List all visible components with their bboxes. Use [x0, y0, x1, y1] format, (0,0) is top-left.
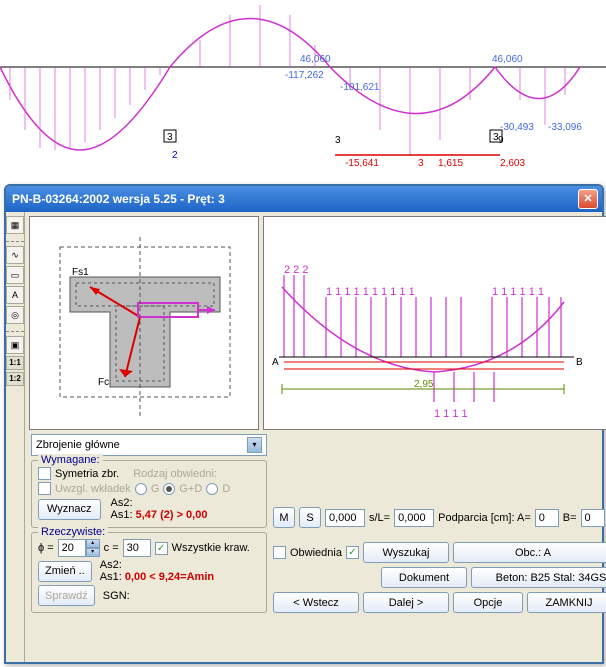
val-15641: -15,641	[345, 158, 379, 169]
support-A[interactable]: 0	[535, 509, 559, 527]
ms-value[interactable]: 0,000	[325, 509, 365, 527]
lbl-rodzaj: Rodzaj obwiedni:	[133, 468, 217, 480]
group-wymagane: Wymagane: Symetria zbr. Rodzaj obwiedni:…	[31, 460, 267, 528]
sL-value[interactable]: 0,000	[394, 509, 434, 527]
tool-a-icon[interactable]: A	[6, 286, 24, 304]
chk-symetria[interactable]	[38, 467, 51, 480]
cross-section-view[interactable]: Fs1 Fc	[29, 216, 259, 430]
val-117262: -117,262	[285, 70, 324, 81]
btn-opcje[interactable]: Opcje	[453, 592, 523, 613]
tool-curve-icon[interactable]: ∿	[6, 246, 24, 264]
view-mode-dropdown[interactable]: Zbrojenie główne ▾	[31, 434, 267, 456]
c-input[interactable]: 30	[123, 539, 151, 557]
tool-1[interactable]: ▦	[6, 216, 24, 234]
btn-dalej[interactable]: Dalej >	[363, 592, 449, 613]
val-1615: 1,615	[438, 158, 463, 169]
tool-target-icon[interactable]: ◎	[6, 306, 24, 324]
A-label: A	[272, 357, 279, 368]
chk-wyszukaj-toggle[interactable]	[346, 546, 359, 559]
node-2: 2	[172, 150, 178, 161]
btn-M[interactable]: M	[273, 507, 295, 528]
moment-svg: 3 3	[0, 0, 606, 180]
fs1-label: Fs1	[72, 267, 89, 278]
rzeczywiste-title: Rzeczywiste:	[38, 526, 108, 538]
as1-real-value: 0,00 < 9,24=Amin	[125, 571, 214, 583]
zoom-1-1[interactable]: 1:1	[6, 356, 24, 370]
top-222: 2 2 2	[284, 264, 308, 276]
val-46060-b: 46,060	[492, 54, 523, 65]
radio-g	[135, 483, 147, 495]
dim-295: 2,95	[414, 379, 434, 390]
btn-wyszukaj[interactable]: Wyszukaj	[363, 542, 449, 563]
chk-uwzgl	[38, 482, 51, 495]
close-button[interactable]: ✕	[578, 189, 598, 209]
btn-zmien[interactable]: Zmień ..	[38, 561, 92, 582]
node-3b: 3	[335, 135, 341, 146]
val-33096: -33,096	[548, 122, 582, 133]
zoom-1-2[interactable]: 1:2	[6, 372, 24, 386]
window-title: PN-B-03264:2002 wersja 5.25 - Pręt: 3	[10, 192, 578, 206]
as1-req-value: 5,47 (2) > 0,00	[136, 509, 208, 521]
left-toolbar: ▦ ∿ ▭ A ◎ ▣ 1:1 1:2	[6, 212, 25, 662]
tool-camera-icon[interactable]: ▣	[6, 336, 24, 354]
beam-elevation-view[interactable]: 2 2 2 1 1 1 1 1 1 1 1 1 1 1 1 1 1 1 1	[263, 216, 606, 430]
dropdown-value: Zbrojenie główne	[36, 439, 120, 451]
support-B[interactable]: 0	[581, 509, 605, 527]
wymagane-title: Wymagane:	[38, 454, 103, 466]
btn-sprawdz: Sprawdź	[38, 585, 95, 606]
btn-wyznacz[interactable]: Wyznacz	[38, 499, 101, 520]
design-dialog: PN-B-03264:2002 wersja 5.25 - Pręt: 3 ✕ …	[4, 184, 604, 664]
phi-input[interactable]: 20	[58, 539, 86, 557]
radio-d	[206, 483, 218, 495]
val-46060-a: 46,060	[300, 54, 331, 65]
fc-label: Fc	[98, 377, 109, 388]
btn-dokument[interactable]: Dokument	[381, 567, 467, 588]
btn-beton-stal[interactable]: Beton: B25 Stal: 34GS	[471, 567, 606, 588]
btn-S[interactable]: S	[299, 507, 321, 528]
svg-text:3: 3	[167, 132, 173, 143]
node-9: 9	[498, 135, 504, 146]
val-30493: -30,493	[500, 122, 534, 133]
span-3: 3	[418, 158, 424, 169]
chk-obwiednia[interactable]	[273, 546, 286, 559]
chevron-down-icon: ▾	[247, 437, 262, 453]
titlebar[interactable]: PN-B-03264:2002 wersja 5.25 - Pręt: 3 ✕	[6, 186, 602, 212]
bot-ones: 1 1 1 1	[434, 408, 468, 420]
ones-1: 1 1 1 1 1 1 1 1 1 1	[326, 286, 415, 298]
lbl-symetria: Symetria zbr.	[55, 468, 119, 480]
btn-zamknij[interactable]: ZAMKNIJ	[527, 592, 606, 613]
B-label: B	[576, 357, 583, 368]
lbl-uwzgl: Uwzgl. wkładek	[55, 483, 131, 495]
val-101621: -101,621	[340, 82, 379, 93]
moment-diagram: 3 3 46,060 -117,262 -101,621 46,060 -30,…	[0, 0, 606, 180]
tool-section-icon[interactable]: ▭	[6, 266, 24, 284]
phi-down[interactable]: ▾	[86, 548, 100, 557]
chk-wszystkie[interactable]	[155, 542, 168, 555]
btn-wstecz[interactable]: < Wstecz	[273, 592, 359, 613]
val-2603: 2,603	[500, 158, 525, 169]
btn-obc-a[interactable]: Obc.: A	[453, 542, 606, 563]
phi-up[interactable]: ▴	[86, 539, 100, 548]
radio-gd	[163, 483, 175, 495]
ones-2: 1 1 1 1 1 1	[492, 286, 544, 298]
group-rzeczywiste: Rzeczywiste: ϕ = 20▴▾ c = 30 Wszystkie k…	[31, 532, 267, 613]
